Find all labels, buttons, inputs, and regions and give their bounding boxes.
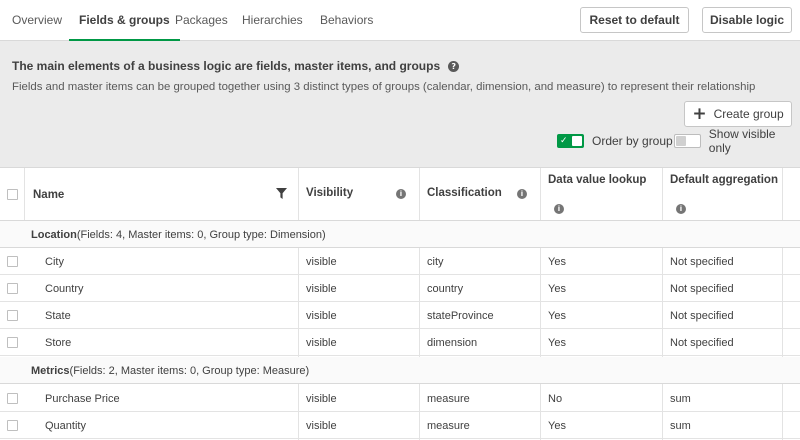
create-group-label: Create group xyxy=(713,107,784,121)
cell-name: Store xyxy=(45,337,72,349)
order-by-group-toggle-row: ✓ Order by group xyxy=(557,133,673,149)
cell-lookup: No xyxy=(548,393,563,405)
header-visibility[interactable]: Visibility xyxy=(306,187,353,199)
cell-name: City xyxy=(45,256,64,268)
table-row[interactable]: City visible city Yes Not specified xyxy=(0,248,800,275)
tab-overview[interactable]: Overview xyxy=(12,0,62,41)
header-name[interactable]: Name xyxy=(33,189,64,201)
cell-classification: country xyxy=(427,283,464,295)
group-meta: (Fields: 2, Master items: 0, Group type:… xyxy=(69,365,310,377)
table-row[interactable]: Store visible dimension Yes Not specifie… xyxy=(0,329,800,356)
cell-aggregation: Not specified xyxy=(670,283,734,295)
table-row[interactable]: Purchase Price visible measure No sum xyxy=(0,385,800,412)
group-row[interactable]: Metrics(Fields: 2, Master items: 0, Grou… xyxy=(0,357,800,384)
cell-visibility: visible xyxy=(306,256,337,268)
header-aggregation[interactable]: Default aggregation xyxy=(670,174,778,186)
check-icon: ✓ xyxy=(560,136,568,146)
description-subtitle: Fields and master items can be grouped t… xyxy=(12,81,756,93)
cell-classification: measure xyxy=(427,420,470,432)
cell-aggregation: Not specified xyxy=(670,310,734,322)
cell-name: Purchase Price xyxy=(45,393,120,405)
row-checkbox[interactable] xyxy=(7,337,18,348)
order-by-group-label: Order by group xyxy=(592,134,673,148)
header-lookup[interactable]: Data value lookup xyxy=(548,174,646,186)
help-icon[interactable]: ? xyxy=(448,60,460,72)
table-row[interactable]: Country visible country Yes Not specifie… xyxy=(0,275,800,302)
disable-logic-button[interactable]: Disable logic xyxy=(702,7,792,33)
cell-classification: stateProvince xyxy=(427,310,494,322)
select-all-checkbox[interactable] xyxy=(7,189,18,200)
cell-aggregation: Not specified xyxy=(670,256,734,268)
reset-to-default-button[interactable]: Reset to default xyxy=(580,7,689,33)
row-checkbox[interactable] xyxy=(7,420,18,431)
aggregation-info-icon[interactable]: i xyxy=(676,204,686,214)
cell-visibility: visible xyxy=(306,283,337,295)
cell-name: Country xyxy=(45,283,84,295)
cell-visibility: visible xyxy=(306,337,337,349)
cell-visibility: visible xyxy=(306,420,337,432)
cell-lookup: Yes xyxy=(548,256,566,268)
show-visible-only-label: Show visible only xyxy=(708,127,776,155)
cell-name: State xyxy=(45,310,71,322)
header-classification[interactable]: Classification xyxy=(427,187,502,199)
visibility-info-icon[interactable]: i xyxy=(396,189,406,199)
cell-lookup: Yes xyxy=(548,283,566,295)
cell-lookup: Yes xyxy=(548,310,566,322)
table-row[interactable]: Quantity visible measure Yes sum xyxy=(0,412,800,439)
tab-behaviors[interactable]: Behaviors xyxy=(320,0,373,41)
group-row[interactable]: Location(Fields: 4, Master items: 0, Gro… xyxy=(0,221,800,248)
cell-lookup: Yes xyxy=(548,420,566,432)
description-panel: The main elements of a business logic ar… xyxy=(0,41,800,167)
cell-classification: dimension xyxy=(427,337,478,349)
cell-visibility: visible xyxy=(306,310,337,322)
cell-aggregation: sum xyxy=(670,420,691,432)
description-title-row: The main elements of a business logic ar… xyxy=(12,59,460,73)
show-visible-only-toggle[interactable] xyxy=(674,134,701,148)
row-checkbox[interactable] xyxy=(7,310,18,321)
table-row[interactable]: State visible stateProvince Yes Not spec… xyxy=(0,302,800,329)
group-name: Location xyxy=(31,229,77,241)
cell-aggregation: Not specified xyxy=(670,337,734,349)
create-group-button[interactable]: + Create group xyxy=(684,101,792,127)
table-header: Name Visibility i Classification i Data … xyxy=(0,168,800,221)
top-bar: Overview Fields & groups Packages Hierar… xyxy=(0,0,800,41)
row-checkbox[interactable] xyxy=(7,256,18,267)
lookup-info-icon[interactable]: i xyxy=(554,204,564,214)
filter-icon[interactable] xyxy=(276,188,287,199)
order-by-group-toggle[interactable]: ✓ xyxy=(557,134,584,148)
row-checkbox[interactable] xyxy=(7,393,18,404)
cell-lookup: Yes xyxy=(548,337,566,349)
row-checkbox[interactable] xyxy=(7,283,18,294)
plus-icon: + xyxy=(692,103,707,124)
tab-hierarchies[interactable]: Hierarchies xyxy=(242,0,303,41)
classification-info-icon[interactable]: i xyxy=(517,189,527,199)
group-name: Metrics xyxy=(31,365,70,377)
tab-packages[interactable]: Packages xyxy=(175,0,228,41)
fields-table: Name Visibility i Classification i Data … xyxy=(0,167,800,440)
group-meta: (Fields: 4, Master items: 0, Group type:… xyxy=(76,229,326,241)
show-visible-only-toggle-row: Show visible only xyxy=(674,127,800,155)
cell-classification: measure xyxy=(427,393,470,405)
cell-classification: city xyxy=(427,256,444,268)
description-title: The main elements of a business logic ar… xyxy=(12,59,441,73)
cell-aggregation: sum xyxy=(670,393,691,405)
cell-visibility: visible xyxy=(306,393,337,405)
tab-fields-groups[interactable]: Fields & groups xyxy=(69,0,180,41)
cell-name: Quantity xyxy=(45,420,86,432)
